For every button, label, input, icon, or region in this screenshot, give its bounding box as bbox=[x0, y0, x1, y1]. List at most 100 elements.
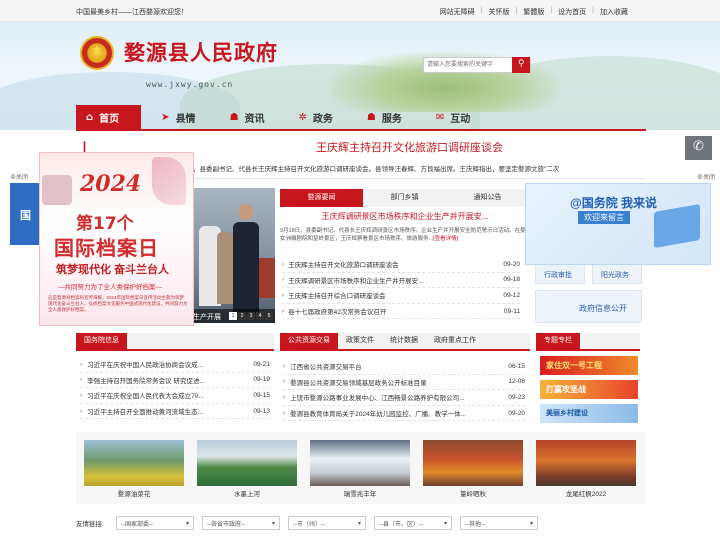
carousel-page-3[interactable]: 3 bbox=[247, 312, 255, 320]
accessibility-link[interactable]: 网站无障碍 bbox=[440, 7, 475, 17]
carousel-page-1[interactable]: 1 bbox=[229, 312, 237, 320]
list-item[interactable]: › 王庆辉主持召开文化旅游口调研座谈会 09-20 bbox=[282, 257, 520, 273]
flag-icon: ➤ bbox=[161, 111, 170, 123]
home-icon: ⌂ bbox=[86, 111, 94, 123]
arrow-icon: › bbox=[282, 260, 285, 268]
topic-banner[interactable]: 家住双一号工程 bbox=[540, 356, 638, 375]
list-item[interactable]: › 王庆辉主持召开综合口调研座谈会 09-12 bbox=[282, 288, 520, 304]
list-item[interactable]: › 婺源县教育体育局关于2024年幼儿园监控、广播、教学一体... 09-20 bbox=[283, 406, 525, 422]
feature-title[interactable]: 王庆辉调研景区市场秩序和企业生产井开展安... bbox=[280, 211, 530, 222]
ad-line1: 第17个 bbox=[76, 214, 134, 234]
tab-wuyuan-news[interactable]: 婺源要闻 bbox=[280, 189, 363, 207]
list-item[interactable]: › 上饶市婺源公路事业发展中心、江西畅景公路养护有限公司... 09-23 bbox=[283, 390, 525, 406]
list-item[interactable]: › 习近平在庆祝全国人民代表大会成立70... 09-15 bbox=[80, 388, 270, 404]
gallery-item[interactable]: 龙尾红枫2022 bbox=[536, 440, 636, 498]
carousel-pager: 1 2 3 4 5 bbox=[229, 312, 273, 320]
tab-departments[interactable]: 部门乡镇 bbox=[363, 189, 446, 207]
top-bar: 中国最美乡村——江西婺源欢迎您！ 网站无障碍 | 关怀版 | 繁體版 | 设为首页 | … bbox=[0, 0, 720, 22]
site-title[interactable]: 婺源县人民政府 bbox=[124, 37, 278, 67]
news-carousel[interactable]: 生产开展 1 2 3 4 5 bbox=[193, 188, 275, 323]
headline-title[interactable]: 王庆辉主持召开文化旅游口调研座谈会 bbox=[316, 139, 503, 155]
gov-ad-title: @国务院 我来说 bbox=[570, 196, 658, 210]
gov-message-ad[interactable]: @国务院 我来说 欢迎来留言 bbox=[525, 183, 711, 265]
person-icon: ☗ bbox=[366, 111, 376, 123]
ad-line2: 国际档案日 bbox=[54, 236, 159, 260]
list-item[interactable]: › 江西省公共资源交易平台 06-15 bbox=[283, 359, 525, 375]
search-input[interactable] bbox=[424, 58, 513, 72]
chevron-down-icon: ▾ bbox=[271, 520, 275, 527]
nav-item-government[interactable]: ✲ 政务 bbox=[285, 105, 347, 129]
ribbon-decoration bbox=[42, 175, 72, 205]
nav-item-county-info[interactable]: ➤ 县情 bbox=[147, 105, 209, 129]
wechat-icon[interactable]: ✆ bbox=[685, 136, 712, 160]
carousel-page-2[interactable]: 2 bbox=[238, 312, 246, 320]
close-left-edge-ad[interactable]: ⊗关闭 bbox=[10, 172, 28, 181]
carousel-page-4[interactable]: 4 bbox=[256, 312, 264, 320]
select-provinces[interactable]: --各省市政府-- ▾ bbox=[202, 516, 280, 530]
person-icon: ☗ bbox=[229, 111, 239, 123]
nav-item-interaction[interactable]: ✉ 互动 bbox=[422, 105, 484, 129]
tab-key-work[interactable]: 政府重点工作 bbox=[426, 333, 484, 349]
list-item[interactable]: › 习近平在庆祝中国人民政治协商会议成... 09-21 bbox=[80, 357, 270, 373]
ad-text: 这是婺源县档案局宣传海报，2024年国际档案日宣传活动主题为筑梦现代化奋斗兰台人… bbox=[48, 295, 188, 312]
headline-summary: ，县委副书记、代县长王庆辉主持召开文化旅游口调研座谈会。县领导汪春辉、方良福出席… bbox=[193, 166, 560, 173]
top-links: 网站无障碍 | 关怀版 | 繁體版 | 设为首页 | 加入收藏 bbox=[439, 7, 628, 17]
archives-day-ad[interactable]: 2024 第17个 国际档案日 筑梦现代化 奋斗兰台人 —共同努力为了全人类保护… bbox=[39, 152, 194, 326]
state-council-list: › 习近平在庆祝中国人民政治协商会议成... 09-21 › 李强主持召开国务院常务会… bbox=[80, 357, 270, 420]
list-item[interactable]: › 习近平主持召开全面推动黄河流域生态... 09-13 bbox=[80, 404, 270, 420]
arrow-icon: › bbox=[282, 276, 285, 284]
gallery-item[interactable]: 水墨上河 bbox=[197, 440, 297, 498]
search-icon[interactable]: ⚲ bbox=[512, 57, 530, 73]
gallery-item[interactable]: 婺源油菜花 bbox=[84, 440, 184, 498]
tab-notices[interactable]: 通知公告 bbox=[446, 189, 529, 207]
tab-topics[interactable]: 专题专栏 bbox=[536, 333, 580, 349]
arrow-icon: › bbox=[283, 393, 286, 401]
close-gov-ad[interactable]: ⊗关闭 bbox=[697, 172, 715, 181]
elderly-mode-link[interactable]: 关怀版 bbox=[489, 7, 510, 17]
select-others[interactable]: --其他-- ▾ bbox=[460, 516, 538, 530]
gallery-item[interactable]: 篁岭晒秋 bbox=[423, 440, 523, 498]
friend-links-label: 友情链接: bbox=[76, 521, 104, 528]
view-details-link[interactable]: [查看详情] bbox=[433, 236, 458, 242]
left-edge-ad[interactable]: 国 bbox=[10, 183, 40, 245]
national-emblem-icon bbox=[80, 36, 114, 70]
news-tabs: 婺源要闻 部门乡镇 通知公告 bbox=[280, 189, 530, 207]
service-gov-info-disclosure[interactable]: 政府信息公开 bbox=[535, 290, 642, 323]
chat-icon: ✉ bbox=[435, 111, 445, 123]
state-council-header: 国务院信息 bbox=[76, 333, 274, 351]
gear-icon: ✲ bbox=[298, 111, 307, 123]
tab-policy-files[interactable]: 政策文件 bbox=[338, 333, 382, 349]
traditional-chinese-link[interactable]: 繁體版 bbox=[523, 7, 544, 17]
nav-item-news[interactable]: ☗ 资讯 bbox=[216, 105, 279, 129]
nav-item-service[interactable]: ☗ 服务 bbox=[353, 105, 416, 129]
select-counties[interactable]: --县（市、区）-- ▾ bbox=[374, 516, 452, 530]
carousel-page-5[interactable]: 5 bbox=[265, 312, 273, 320]
arrow-icon: › bbox=[282, 307, 285, 315]
list-item[interactable]: › 李强主持召开国务院常务会议 研究促进... 09-19 bbox=[80, 373, 270, 389]
arrow-icon: › bbox=[283, 362, 286, 370]
tab-public-resources[interactable]: 公共资源交易 bbox=[280, 333, 338, 349]
list-item[interactable]: › 王庆辉调研景区市场秩序和企业生产井开展安... 09-18 bbox=[282, 273, 520, 289]
tab-statistics[interactable]: 统计数据 bbox=[382, 333, 426, 349]
gallery-image bbox=[423, 440, 523, 486]
topic-banner[interactable]: 打赢攻坚战 bbox=[540, 380, 638, 399]
topic-banner[interactable]: 美丽乡村建设 bbox=[540, 404, 638, 423]
arrow-icon: › bbox=[283, 378, 286, 386]
arrow-icon: › bbox=[282, 291, 285, 299]
list-item[interactable]: › 县十七届政府第42次常务会议召开 09-11 bbox=[282, 304, 520, 320]
arrow-icon: › bbox=[80, 360, 83, 368]
news-list: › 王庆辉主持召开文化旅游口调研座谈会 09-20 › 王庆辉调研景区市场秩序和企业生… bbox=[282, 257, 520, 320]
gallery-image bbox=[310, 440, 410, 486]
list-item[interactable]: › 婺源县公共资源交易领域基层政务公开标准目录 12-08 bbox=[283, 375, 525, 391]
set-homepage-link[interactable]: 设为首页 bbox=[558, 7, 586, 17]
welcome-text: 中国最美乡村——江西婺源欢迎您！ bbox=[76, 9, 188, 16]
add-favorite-link[interactable]: 加入收藏 bbox=[600, 7, 628, 17]
gov-ad-button[interactable]: 欢迎来留言 bbox=[578, 211, 630, 224]
select-cities[interactable]: --市（州）-- ▾ bbox=[288, 516, 366, 530]
select-ministries[interactable]: --国家部委-- ▾ bbox=[116, 516, 194, 530]
tab-state-council[interactable]: 国务院信息 bbox=[76, 333, 127, 349]
nav-item-home[interactable]: ⌂ 首页 bbox=[76, 105, 142, 129]
device-illustration bbox=[654, 203, 700, 249]
main-nav: ⌂ 首页 ➤ 县情 ☗ 资讯 ✲ 政务 ☗ 服务 ✉ 互动 bbox=[76, 105, 646, 129]
gallery-item[interactable]: 瑞雪兆丰年 bbox=[310, 440, 410, 498]
